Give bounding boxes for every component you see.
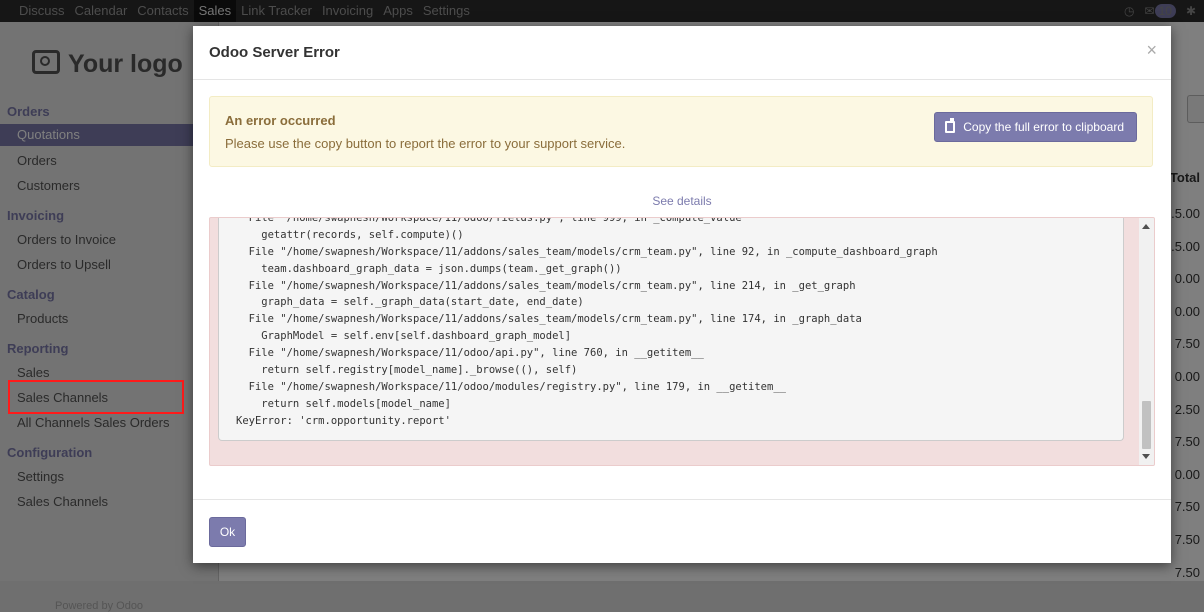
traceback-line: File "/home/swapnesh/Workspace/11/odoo/m… [236, 380, 786, 393]
error-dialog: Odoo Server Error × An error occurred Pl… [193, 26, 1171, 563]
error-alert: An error occurred Please use the copy bu… [209, 96, 1153, 167]
alert-title: An error occurred [225, 113, 336, 128]
alert-message: Please use the copy button to report the… [225, 136, 626, 151]
traceback-line: File "/home/swapnesh/Workspace/11/odoo/f… [236, 217, 742, 224]
scroll-down-icon[interactable] [1142, 454, 1150, 459]
traceback-line: return self.models[model_name] [236, 397, 451, 410]
ok-button[interactable]: Ok [209, 517, 246, 547]
traceback-line: File "/home/swapnesh/Workspace/11/addons… [236, 279, 856, 292]
traceback-line: KeyError: 'crm.opportunity.report' [236, 414, 451, 427]
scrollbar-thumb[interactable] [1142, 401, 1151, 449]
traceback-line: File "/home/swapnesh/Workspace/11/addons… [236, 245, 938, 258]
see-details-link[interactable]: See details [193, 194, 1171, 208]
traceback-line: File "/home/swapnesh/Workspace/11/addons… [236, 313, 862, 326]
traceback-text: File "/home/swapnesh/Workspace/11/odoo/f… [218, 217, 1124, 441]
traceback-line: team.dashboard_graph_data = json.dumps(t… [236, 262, 622, 275]
dialog-footer: Ok [193, 499, 1171, 564]
highlight-annotation-overlay [8, 380, 184, 414]
traceback-line: File "/home/swapnesh/Workspace/11/odoo/a… [236, 347, 704, 360]
powered-by[interactable]: Powered by Odoo [55, 600, 143, 612]
dialog-title: Odoo Server Error [209, 44, 340, 61]
copy-error-label: Copy the full error to clipboard [963, 120, 1124, 134]
close-icon[interactable]: × [1146, 40, 1157, 61]
traceback-line: GraphModel = self.env[self.dashboard_gra… [236, 330, 572, 343]
traceback-line: graph_data = self._graph_data(start_date… [236, 296, 584, 309]
clipboard-icon [945, 118, 956, 133]
traceback-panel: File "/home/swapnesh/Workspace/11/odoo/f… [209, 217, 1155, 466]
dialog-header: Odoo Server Error × [193, 26, 1171, 80]
traceback-line: getattr(records, self.compute)() [236, 228, 464, 241]
copy-error-button[interactable]: Copy the full error to clipboard [934, 112, 1137, 142]
scroll-up-icon[interactable] [1142, 224, 1150, 229]
traceback-scrollbar[interactable] [1139, 218, 1154, 465]
traceback-line: return self.registry[model_name]._browse… [236, 364, 578, 377]
